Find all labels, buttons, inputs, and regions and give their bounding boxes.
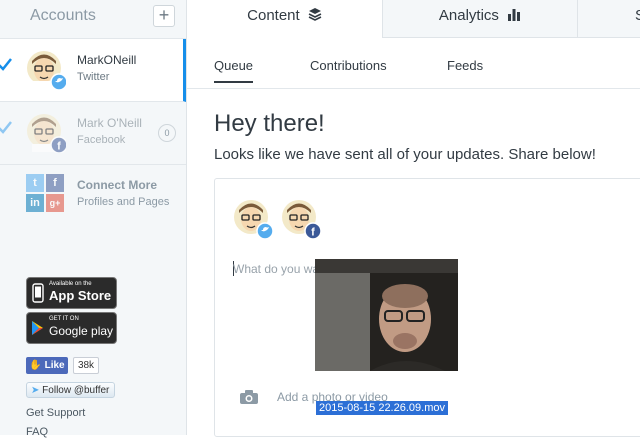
page-title: Hey there! (214, 110, 325, 137)
subtab-contributions[interactable]: Contributions (310, 58, 387, 73)
queue-count-badge: 0 (158, 124, 176, 142)
tab-analytics[interactable]: Analytics (382, 0, 577, 38)
tab-content-label: Content (247, 7, 300, 24)
google-play-icon (32, 321, 43, 335)
subtab-queue[interactable]: Queue (214, 58, 254, 83)
svg-text:f: f (311, 227, 315, 239)
facebook-like-button[interactable]: ✋ Like (26, 357, 68, 374)
follow-label: Follow @buffer (42, 385, 110, 396)
account-name: MarkONeill (77, 53, 137, 67)
app-store-big: App Store (49, 288, 112, 303)
account-network: Twitter (77, 71, 110, 83)
faq-link[interactable]: FAQ (26, 426, 48, 438)
avatar: f (27, 114, 66, 153)
twitter-follow-button[interactable]: ➤ Follow @buffer (26, 382, 115, 398)
avatar (27, 51, 66, 90)
add-account-button[interactable]: + (153, 5, 175, 27)
connect-more-item[interactable]: t f in g+ Connect More Profiles and Page… (0, 166, 186, 226)
account-network: Facebook (77, 134, 126, 146)
subtab-feeds[interactable]: Feeds (447, 58, 483, 73)
tab-more-glyph: S (635, 0, 640, 31)
selected-profile-twitter[interactable] (233, 199, 273, 239)
check-icon (0, 58, 12, 71)
google-play-big: Google play (49, 324, 114, 338)
layers-icon (308, 8, 322, 21)
composer[interactable]: f What do you want to share? Add a photo… (214, 178, 640, 437)
subtabs: Queue Contributions Feeds (187, 38, 640, 89)
dragged-video-thumbnail[interactable] (315, 259, 458, 371)
bar-chart-icon (508, 9, 521, 21)
selected-profile-facebook[interactable]: f (281, 199, 321, 239)
like-count: 38k (73, 357, 99, 374)
dragged-file-name: 2015-08-15 22.26.09.mov (316, 401, 448, 415)
phone-icon (32, 283, 44, 303)
account-item-facebook[interactable]: f Mark O'Neill Facebook 0 (0, 102, 186, 165)
tab-more[interactable]: S (577, 0, 640, 38)
account-item-twitter[interactable]: MarkONeill Twitter (0, 39, 186, 102)
connect-more-title: Connect More (77, 178, 158, 192)
accounts-header: Accounts + (0, 0, 186, 39)
like-label: Like (44, 360, 65, 371)
google-play-badge[interactable]: GET IT ON Google play (26, 312, 117, 344)
connect-more-subtitle: Profiles and Pages (77, 196, 170, 208)
sidebar: Accounts + MarkONeill Twitter f Mark O'N… (0, 0, 187, 438)
app-store-badge[interactable]: Available on the App Store (26, 277, 117, 309)
social-networks-icon: t f in g+ (26, 174, 64, 212)
svg-text:f: f (57, 141, 61, 153)
app-store-small: Available on the (49, 281, 92, 287)
tab-analytics-label: Analytics (438, 7, 499, 24)
check-icon (0, 121, 12, 134)
accounts-title: Accounts (30, 7, 96, 24)
tab-content[interactable]: Content (187, 0, 382, 38)
camera-icon[interactable] (239, 389, 259, 405)
account-name: Mark O'Neill (77, 116, 142, 130)
get-support-link[interactable]: Get Support (26, 407, 85, 419)
thumbs-up-icon: ✋ (29, 360, 42, 371)
google-play-small: GET IT ON (49, 316, 79, 322)
twitter-bird-icon: ➤ (31, 385, 40, 396)
page-subtitle: Looks like we have sent all of your upda… (214, 146, 596, 163)
